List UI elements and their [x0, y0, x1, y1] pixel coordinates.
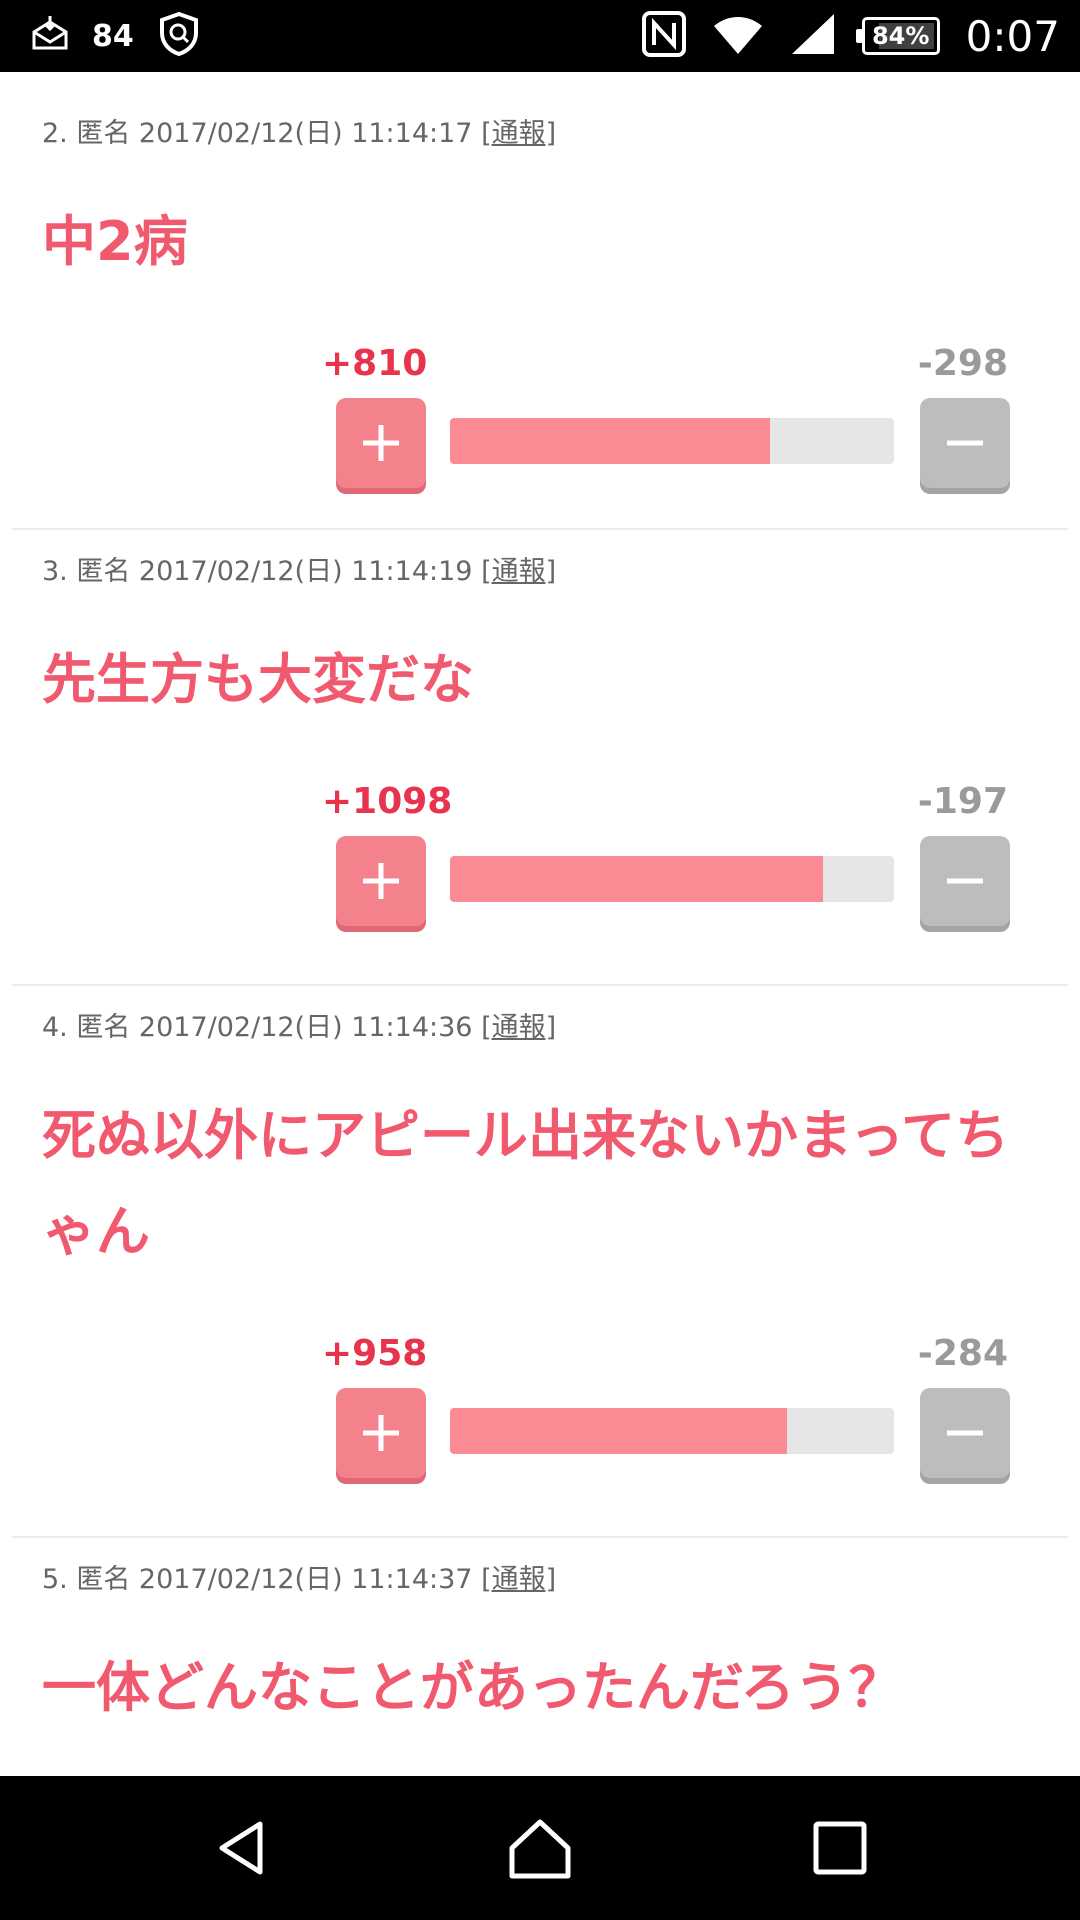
minus-count: -284: [917, 1333, 1008, 1374]
comment-item: 4. 匿名 2017/02/12(日) 11:14:36 [通報] 死ぬ以外にア…: [12, 986, 1068, 1538]
home-button[interactable]: [470, 1776, 610, 1920]
vote-bar: +958 -284: [12, 1334, 1068, 1504]
vote-bar: +810 -298: [12, 344, 1068, 514]
plus-button[interactable]: [336, 398, 426, 488]
recents-button[interactable]: [770, 1776, 910, 1920]
vote-bar: +1098 -197: [12, 782, 1068, 952]
plus-button[interactable]: [336, 1388, 426, 1478]
mail-down-icon: [30, 14, 70, 58]
comment-item: 2. 匿名 2017/02/12(日) 11:14:17 [通報] 中2病 +8…: [12, 72, 1068, 530]
battery-icon: 84%: [855, 17, 940, 55]
home-icon: [509, 1819, 571, 1879]
minus-button[interactable]: [920, 836, 1010, 926]
plus-button[interactable]: [336, 836, 426, 926]
comment-text: 死ぬ以外にアピール出来ないかまってちゃん: [42, 1104, 1010, 1263]
plus-count: +958: [322, 1333, 428, 1374]
minus-icon: [947, 878, 983, 884]
minus-count: -298: [917, 343, 1008, 384]
vote-ratio-bar: [450, 418, 894, 464]
report-link[interactable]: [通報]: [481, 556, 556, 587]
comment-text: 中2病: [42, 210, 188, 273]
vote-ratio-fill: [450, 1408, 788, 1454]
plus-icon: [363, 863, 399, 899]
comment-header: 5. 匿名 2017/02/12(日) 11:14:37: [42, 1564, 473, 1595]
plus-count: +810: [322, 343, 428, 384]
vote-ratio-bar: [450, 1408, 894, 1454]
vote-ratio-bar: [450, 856, 894, 902]
plus-icon: [363, 1415, 399, 1451]
comment-meta: 5. 匿名 2017/02/12(日) 11:14:37 [通報]: [12, 1538, 1068, 1600]
signal-icon: [790, 12, 836, 60]
clock: 0:07: [965, 11, 1060, 61]
status-bar: 84 84% 0:07: [0, 0, 1080, 72]
report-link[interactable]: [通報]: [481, 1012, 556, 1043]
wifi-icon: [712, 12, 764, 60]
notification-count: 84: [92, 18, 134, 54]
comment-text: 一体どんなことがあったんだろう？: [42, 1656, 903, 1719]
comment-item: 3. 匿名 2017/02/12(日) 11:14:19 [通報] 先生方も大変…: [12, 530, 1068, 986]
report-link[interactable]: [通報]: [481, 118, 556, 149]
minus-icon: [947, 1430, 983, 1436]
report-link[interactable]: [通報]: [481, 1564, 556, 1595]
vote-ratio-fill: [450, 418, 770, 464]
recents-icon: [813, 1821, 867, 1875]
back-button[interactable]: [172, 1776, 312, 1920]
plus-count: +1098: [322, 781, 453, 822]
comment-text: 先生方も大変だな: [42, 648, 474, 711]
minus-count: -197: [917, 781, 1008, 822]
minus-button[interactable]: [920, 398, 1010, 488]
navigation-bar: [0, 1776, 1080, 1920]
comment-meta: 2. 匿名 2017/02/12(日) 11:14:17 [通報]: [12, 72, 1068, 154]
comment-item: 5. 匿名 2017/02/12(日) 11:14:37 [通報] 一体どんなこ…: [12, 1538, 1068, 1776]
back-icon: [219, 1821, 263, 1875]
comment-meta: 3. 匿名 2017/02/12(日) 11:14:19 [通報]: [12, 530, 1068, 592]
minus-icon: [947, 440, 983, 446]
comment-meta: 4. 匿名 2017/02/12(日) 11:14:36 [通報]: [12, 986, 1068, 1048]
comment-list[interactable]: 2. 匿名 2017/02/12(日) 11:14:17 [通報] 中2病 +8…: [0, 72, 1080, 1776]
shield-search-icon: [156, 11, 202, 61]
comment-header: 2. 匿名 2017/02/12(日) 11:14:17: [42, 118, 473, 149]
vote-ratio-fill: [450, 856, 823, 902]
comment-header: 3. 匿名 2017/02/12(日) 11:14:19: [42, 556, 473, 587]
comment-header: 4. 匿名 2017/02/12(日) 11:14:36: [42, 1012, 473, 1043]
plus-icon: [363, 425, 399, 461]
minus-button[interactable]: [920, 1388, 1010, 1478]
nfc-icon: [641, 11, 686, 61]
